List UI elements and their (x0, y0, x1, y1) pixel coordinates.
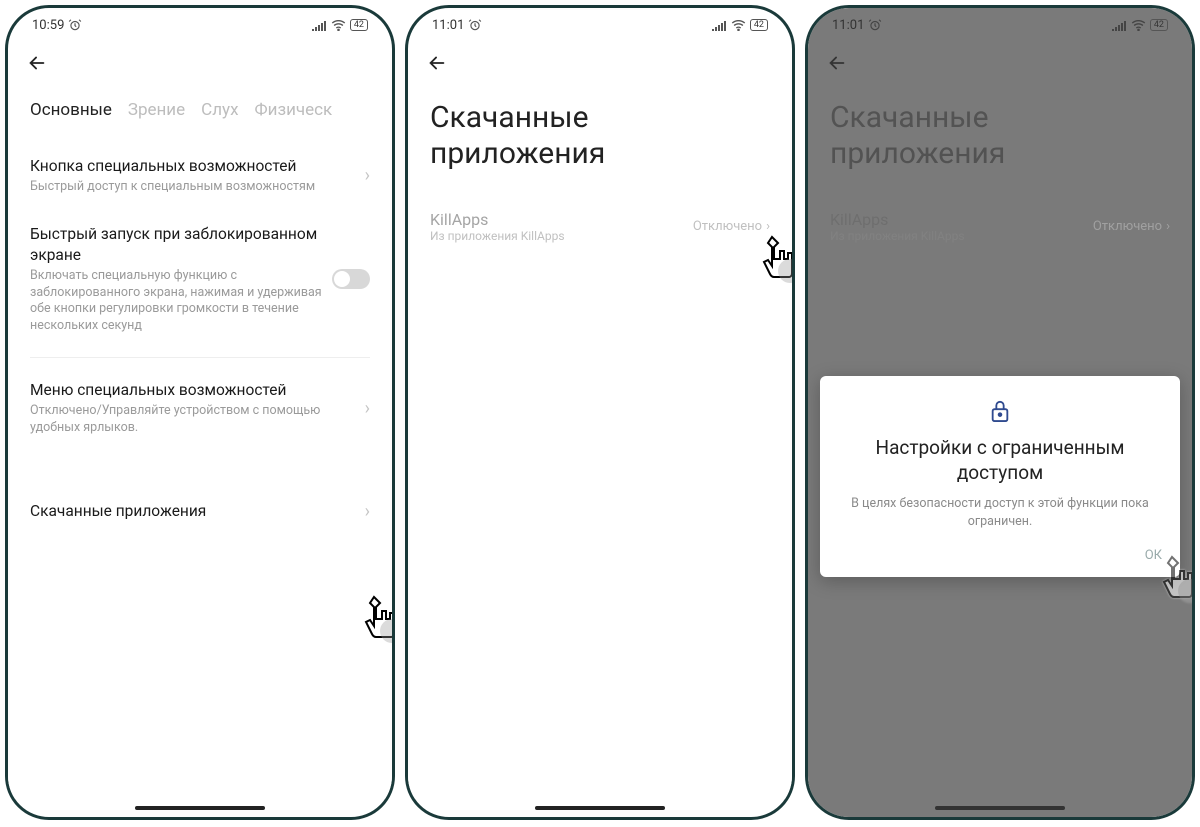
toggle-off[interactable] (332, 269, 370, 289)
setting-title: Быстрый запуск при заблокированном экран… (30, 224, 324, 266)
app-name: KillApps (830, 210, 965, 229)
setting-title: Меню специальных возможностей (30, 380, 357, 401)
wifi-icon (1131, 20, 1146, 31)
app-item-killapps[interactable]: KillApps Из приложения KillApps Отключен… (430, 200, 770, 253)
dialog-title: Настройки с ограниченным доступом (838, 436, 1162, 485)
nav-bar[interactable] (408, 799, 792, 817)
status-time: 11:01 (432, 18, 464, 33)
dialog-body: В целях безопасности доступ к этой функц… (838, 495, 1162, 530)
app-item-killapps: KillApps Из приложения KillApps Отключен… (830, 200, 1170, 253)
back-arrow-icon[interactable] (26, 52, 48, 80)
back-row (808, 42, 1192, 86)
back-arrow-icon[interactable] (826, 52, 848, 80)
tab-main[interactable]: Основные (30, 100, 112, 120)
chevron-right-icon: › (365, 501, 370, 522)
tab-vision[interactable]: Зрение (128, 100, 185, 120)
chevron-right-icon: › (365, 165, 370, 186)
screen-content: Скачанные приложения KillApps Из приложе… (808, 86, 1192, 799)
setting-sub: Отключено/Управляйте устройством с помощ… (30, 403, 357, 437)
app-name: KillApps (430, 210, 565, 229)
app-sub: Из приложения KillApps (830, 229, 965, 243)
phone-3: 11:01 42 Скачанные приложения KillApps И… (805, 5, 1195, 820)
dialog-ok-button[interactable]: ОК (838, 548, 1162, 563)
battery-icon: 42 (1150, 19, 1168, 31)
setting-title: Скачанные приложения (30, 502, 206, 520)
setting-title: Кнопка специальных возможностей (30, 156, 357, 177)
phone-2: 11:01 42 Скачанные приложения KillApps И… (405, 5, 795, 820)
phone-1: 10:59 42 Основные Зрение Слух Физическ (5, 5, 395, 820)
alarm-icon (468, 18, 482, 32)
status-time: 11:01 (832, 18, 864, 33)
chevron-right-icon: › (365, 398, 370, 419)
app-status: Отключено › (1093, 219, 1170, 234)
tabs: Основные Зрение Слух Физическ (30, 100, 370, 120)
alarm-icon (68, 18, 82, 32)
lock-icon (989, 398, 1011, 424)
back-row (408, 42, 792, 86)
back-row (8, 42, 392, 86)
divider (30, 357, 370, 358)
signal-icon (1112, 20, 1127, 31)
nav-bar[interactable] (808, 799, 1192, 817)
setting-accessibility-button[interactable]: Кнопка специальных возможностей Быстрый … (30, 142, 370, 210)
wifi-icon (331, 20, 346, 31)
tab-physical[interactable]: Физическ (255, 100, 333, 120)
status-bar: 11:01 42 (808, 8, 1192, 42)
wifi-icon (731, 20, 746, 31)
status-bar: 11:01 42 (408, 8, 792, 42)
setting-accessibility-menu[interactable]: Меню специальных возможностей Отключено/… (30, 366, 370, 451)
setting-downloaded-apps[interactable]: Скачанные приложения › (30, 487, 370, 536)
battery-icon: 42 (350, 19, 368, 31)
screen-content: Основные Зрение Слух Физическ Кнопка спе… (8, 86, 392, 799)
restricted-settings-dialog: Настройки с ограниченным доступом В целя… (820, 376, 1180, 577)
battery-icon: 42 (750, 19, 768, 31)
status-bar: 10:59 42 (8, 8, 392, 42)
signal-icon (712, 20, 727, 31)
chevron-right-icon: › (766, 219, 770, 234)
app-sub: Из приложения KillApps (430, 229, 565, 243)
tab-hearing[interactable]: Слух (201, 100, 238, 120)
screen-content: Скачанные приложения KillApps Из приложе… (408, 86, 792, 799)
chevron-right-icon: › (1166, 219, 1170, 234)
pointer-cursor-icon (354, 591, 395, 639)
page-title: Скачанные приложения (830, 100, 1170, 172)
alarm-icon (868, 18, 882, 32)
setting-quick-launch[interactable]: Быстрый запуск при заблокированном экран… (30, 210, 370, 349)
page-title: Скачанные приложения (430, 100, 770, 172)
setting-sub: Быстрый доступ к специальным возможностя… (30, 179, 357, 196)
signal-icon (312, 20, 327, 31)
status-time: 10:59 (32, 18, 64, 33)
app-status: Отключено › (693, 219, 770, 234)
back-arrow-icon[interactable] (426, 52, 448, 80)
nav-bar[interactable] (8, 799, 392, 817)
setting-sub: Включать специальную функцию с заблокиро… (30, 268, 324, 336)
